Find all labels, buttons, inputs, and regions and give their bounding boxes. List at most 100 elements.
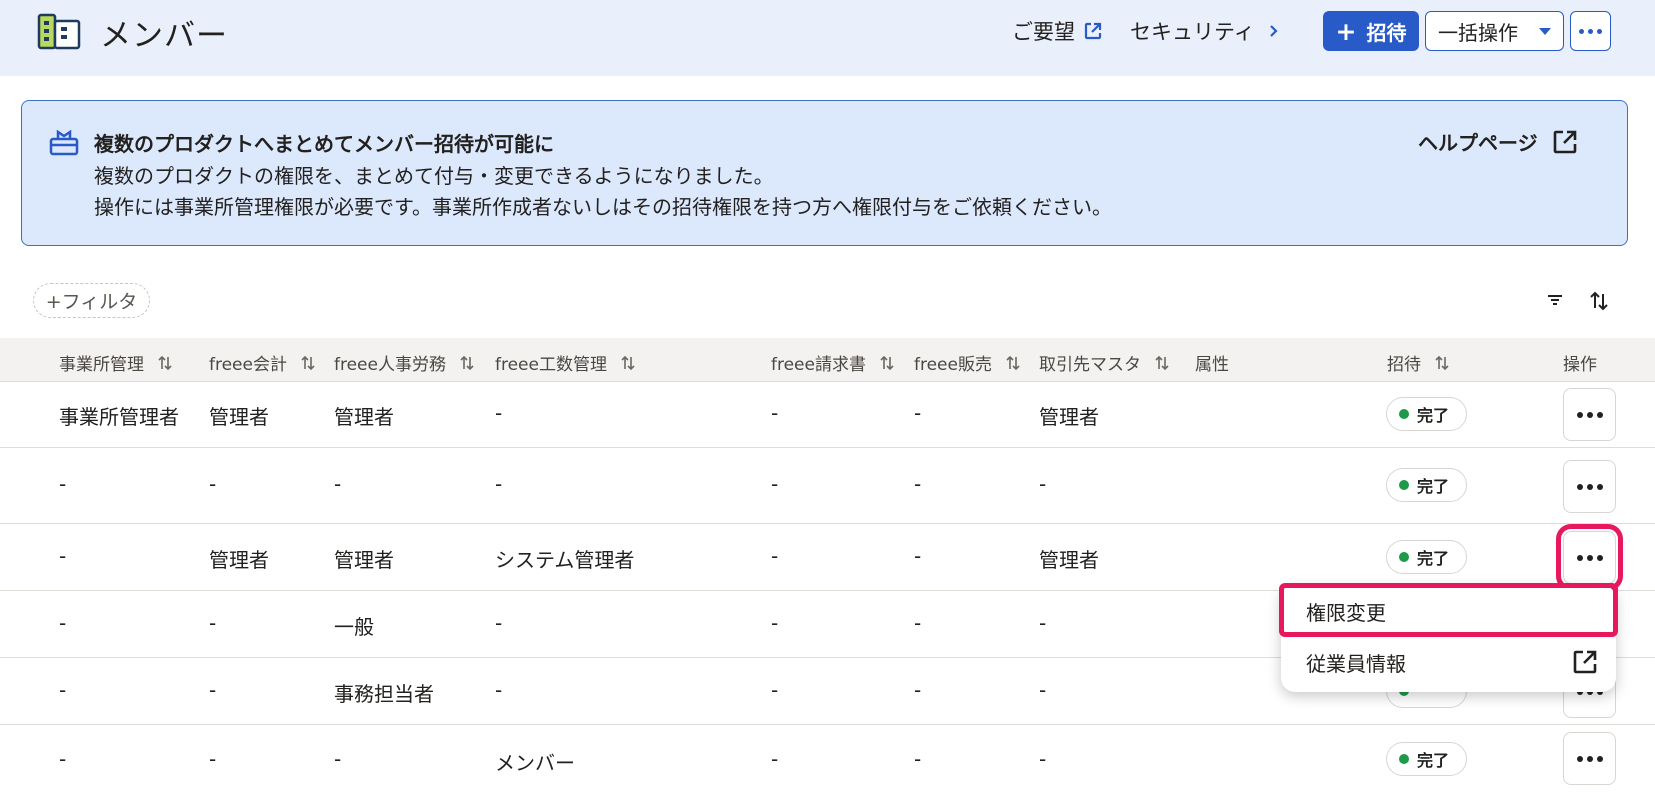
table-cell: - (495, 678, 503, 702)
table-cell: - (59, 747, 67, 771)
sort-icon (1006, 355, 1020, 370)
menu-item-change-permission[interactable]: 権限変更 (1279, 583, 1618, 637)
status-badge: 完了 (1386, 397, 1467, 431)
security-link[interactable]: セキュリティ (1130, 16, 1283, 46)
banner-title: 複数のプロダクトへまとめてメンバー招待が可能に (94, 132, 554, 156)
plus-icon: + (1335, 16, 1357, 46)
table-cell: - (59, 472, 67, 496)
banner-text-line1: 複数のプロダクトの権限を、まとめて付与・変更できるようになりました。 (94, 164, 774, 188)
table-cell: - (59, 678, 67, 702)
row-menu-button[interactable] (1563, 732, 1616, 785)
gift-icon (49, 129, 79, 156)
sort-icon (158, 355, 172, 370)
table-cell: - (209, 678, 217, 702)
sort-icon (880, 355, 894, 370)
more-options-button[interactable] (1570, 11, 1611, 51)
column-header: 操作 (1563, 355, 1597, 375)
table-cell: - (495, 472, 503, 496)
table-cell: - (209, 747, 217, 771)
filter-icon[interactable] (1545, 290, 1565, 310)
column-header[interactable]: freee請求書 (771, 350, 894, 375)
help-page-link[interactable]: ヘルプページ (1418, 127, 1578, 156)
security-label: セキュリティ (1130, 20, 1255, 44)
feedback-label: ご要望 (1012, 20, 1075, 44)
column-header[interactable]: freee人事労務 (334, 350, 474, 375)
row-menu-button-active[interactable] (1556, 524, 1623, 591)
table-cell: - (914, 747, 922, 771)
table-cell: 一般 (334, 615, 374, 639)
table-cell: 管理者 (334, 405, 394, 429)
status-dot (1399, 480, 1409, 490)
building-icon (37, 13, 81, 50)
external-link-icon (1553, 130, 1576, 153)
row-menu-button[interactable] (1563, 388, 1616, 441)
status-dot (1399, 552, 1409, 562)
table-cell: - (1039, 611, 1047, 635)
table-cell: メンバー (495, 751, 575, 775)
column-header[interactable]: 招待 (1387, 350, 1449, 375)
column-header[interactable]: 取引先マスタ (1039, 350, 1169, 375)
table-cell: - (771, 401, 779, 425)
external-link-icon (1084, 22, 1102, 40)
table-cell: - (59, 544, 67, 568)
column-header[interactable]: freee販売 (914, 350, 1020, 375)
table-cell: 事業所管理者 (59, 405, 179, 429)
sort-icon (1155, 355, 1169, 370)
table-cell: - (771, 544, 779, 568)
status-badge: 完了 (1386, 468, 1467, 502)
column-header: 属性 (1195, 355, 1229, 375)
table-cell: - (334, 472, 342, 496)
table-cell: - (334, 747, 342, 771)
table-cell: 事務担当者 (334, 682, 434, 706)
sort-icon[interactable] (1589, 290, 1609, 312)
table-cell: - (914, 401, 922, 425)
help-page-label: ヘルプページ (1418, 131, 1538, 155)
table-cell: - (495, 401, 503, 425)
row-action-menu: 権限変更 従業員情報 (1279, 583, 1618, 692)
table-cell: - (1039, 678, 1047, 702)
status-dot (1399, 409, 1409, 419)
caret-down-icon (1539, 28, 1551, 35)
column-header[interactable]: freee工数管理 (495, 350, 635, 375)
page-header: メンバー ご要望 セキュリティ + 招待 一括操作 (0, 0, 1655, 76)
sort-icon (621, 355, 635, 370)
info-banner: 複数のプロダクトへまとめてメンバー招待が可能に 複数のプロダクトの権限を、まとめ… (21, 100, 1628, 246)
invite-button[interactable]: + 招待 (1323, 11, 1419, 51)
table-cell: 管理者 (209, 548, 269, 572)
table-cell: - (914, 678, 922, 702)
table-cell: - (209, 472, 217, 496)
table-cell: 管理者 (334, 548, 394, 572)
table-cell: - (495, 611, 503, 635)
sort-icon (1435, 355, 1449, 370)
table-cell: - (59, 611, 67, 635)
table-cell: システム管理者 (495, 548, 635, 572)
bulk-action-button[interactable]: 一括操作 (1425, 11, 1564, 51)
table-row: - - - - - - - 完了 (0, 448, 1655, 524)
table-cell: - (914, 472, 922, 496)
banner-text-line2: 操作には事業所管理権限が必要です。事業所作成者ないしはその招待権限を持つ方へ権限… (94, 195, 1112, 219)
table-cell: - (771, 472, 779, 496)
row-menu-button[interactable] (1563, 460, 1616, 513)
table-cell: - (771, 611, 779, 635)
invite-label: 招待 (1366, 20, 1407, 45)
table-row: - - - メンバー - - - 完了 (0, 725, 1655, 796)
add-filter-button[interactable]: +フィルタ (33, 283, 150, 318)
table-row: 事業所管理者 管理者 管理者 - - - 管理者 完了 (0, 382, 1655, 448)
menu-item-label: 従業員情報 (1306, 651, 1406, 676)
table-cell: 管理者 (1039, 548, 1099, 572)
chevron-right-icon (1269, 25, 1278, 37)
column-header[interactable]: freee会計 (209, 350, 315, 375)
menu-item-employee-info[interactable]: 従業員情報 (1281, 637, 1616, 687)
status-dot (1399, 754, 1409, 764)
menu-item-label: 権限変更 (1306, 600, 1386, 625)
feedback-link[interactable]: ご要望 (1012, 16, 1103, 46)
table-cell: 管理者 (209, 405, 269, 429)
table-row: - 管理者 管理者 システム管理者 - - 管理者 完了 (0, 524, 1655, 591)
column-header[interactable]: 事業所管理 (59, 350, 172, 375)
table-cell: - (914, 611, 922, 635)
table-header: 事業所管理 freee会計 freee人事労務 freee工数管理 freee請… (0, 338, 1655, 382)
table-cell: - (914, 544, 922, 568)
status-badge: 完了 (1386, 540, 1467, 574)
table-cell: - (209, 611, 217, 635)
table-cell: - (1039, 747, 1047, 771)
